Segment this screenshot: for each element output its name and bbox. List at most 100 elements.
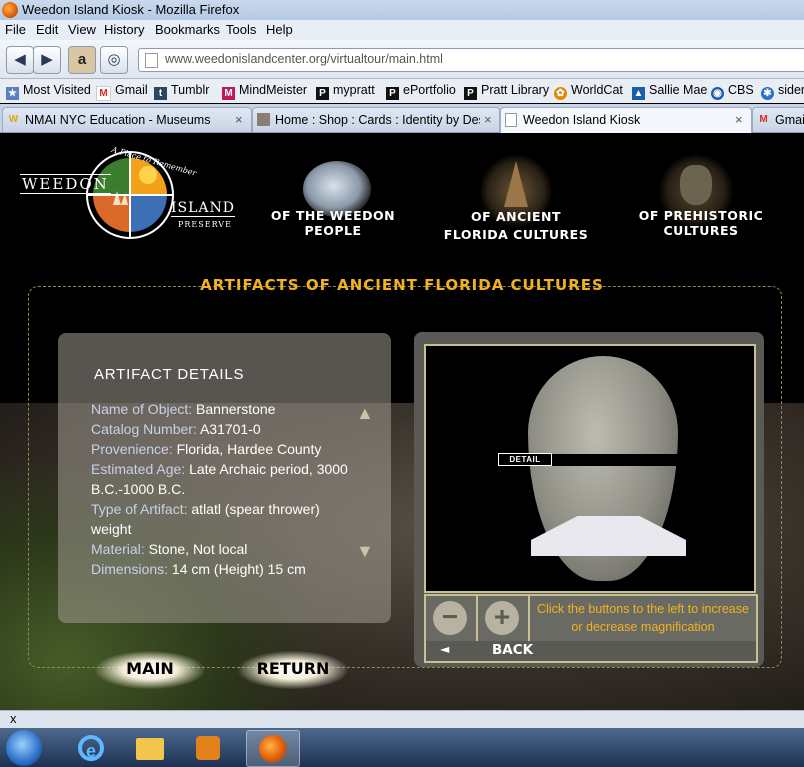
menu-edit[interactable]: Edit bbox=[36, 22, 58, 37]
nav-label: OF THE WEEDON PEOPLE bbox=[270, 208, 396, 238]
weedon-island-logo[interactable]: WEEDON ISLAND PRESERVE A Place to Rememb… bbox=[18, 145, 238, 245]
taskbar: e bbox=[0, 728, 804, 767]
detail-row: Dimensions: 14 cm (Height) 15 cm bbox=[91, 559, 361, 579]
menu-file[interactable]: File bbox=[5, 22, 26, 37]
menu-help[interactable]: Help bbox=[266, 22, 293, 37]
bookmark-mypratt[interactable]: Pmypratt bbox=[316, 83, 375, 100]
close-icon[interactable]: × bbox=[735, 112, 743, 127]
zoom-in-button[interactable]: + bbox=[478, 596, 530, 641]
tab-nmai[interactable]: W NMAI NYC Education - Museums × bbox=[2, 107, 252, 132]
nav-label: OF PREHISTORIC CULTURES bbox=[638, 208, 764, 238]
bookmark-sider[interactable]: ✱ sider bbox=[761, 83, 804, 100]
logo-text-weedon: WEEDON bbox=[20, 174, 111, 194]
back-button[interactable]: ◄ BACK bbox=[424, 641, 758, 663]
nmai-icon: W bbox=[8, 114, 19, 125]
bookmark-sallie-mae[interactable]: ▲ Sallie Mae bbox=[632, 83, 707, 100]
gmail-icon: M bbox=[96, 86, 111, 101]
bookmarks-toolbar: ★ Most Visited M Gmail t Tumblr M MindMeiste… bbox=[0, 79, 804, 103]
close-icon[interactable]: × bbox=[484, 112, 492, 127]
nav-weedon-people[interactable]: OF THE WEEDON PEOPLE bbox=[248, 155, 418, 255]
windows-start-icon[interactable] bbox=[6, 730, 42, 766]
star-icon: ★ bbox=[6, 87, 19, 100]
logo-text-island: ISLAND bbox=[171, 200, 236, 217]
artifact-details-text[interactable]: Name of Object: Bannerstone Catalog Numb… bbox=[91, 399, 361, 591]
extension-icon[interactable]: ◎ bbox=[100, 46, 128, 74]
page-icon bbox=[505, 113, 517, 127]
nav-ancient-florida[interactable]: OF ANCIENT FLORIDA CULTURES bbox=[440, 155, 592, 255]
nav-label: OF ANCIENT FLORIDA CULTURES bbox=[443, 209, 589, 242]
figurine-icon bbox=[680, 165, 712, 205]
mindmeister-icon: M bbox=[222, 87, 235, 100]
tab-label: Home : Shop : Cards : Identity by Desi..… bbox=[275, 113, 480, 127]
folder-icon bbox=[136, 738, 164, 760]
tab-label: NMAI NYC Education - Museums bbox=[25, 113, 211, 127]
sider-icon: ✱ bbox=[761, 87, 774, 100]
tab-gmail[interactable]: M Gmail bbox=[752, 107, 804, 132]
detail-row: Catalog Number: A31701-0 bbox=[91, 419, 361, 439]
bookmark-label: WorldCat bbox=[571, 83, 623, 97]
firefox-icon bbox=[2, 2, 18, 18]
detail-row: Provenience: Florida, Hardee County bbox=[91, 439, 361, 459]
tab-label: Weedon Island Kiosk bbox=[523, 113, 641, 127]
gmail-icon: M bbox=[759, 114, 768, 125]
detail-key: Material: bbox=[91, 541, 145, 557]
menu-history[interactable]: History bbox=[104, 22, 144, 37]
bookmark-label: Sallie Mae bbox=[649, 83, 708, 97]
window-title-bar: Weedon Island Kiosk - Mozilla Firefox bbox=[0, 0, 804, 20]
firefox-icon bbox=[259, 735, 287, 763]
bookmark-label: Pratt Library bbox=[481, 83, 550, 97]
tab-bar: W NMAI NYC Education - Museums × Home : … bbox=[0, 104, 804, 133]
detail-value: Bannerstone bbox=[196, 401, 276, 417]
close-icon[interactable]: x bbox=[10, 711, 17, 726]
internet-explorer-icon: e bbox=[78, 735, 104, 761]
tab-weedon-island-kiosk[interactable]: Weedon Island Kiosk × bbox=[500, 107, 752, 133]
artifact-details-title: ARTIFACT DETAILS bbox=[94, 366, 245, 383]
detail-tag[interactable]: DETAIL bbox=[498, 453, 552, 466]
scroll-down-arrowhead-icon[interactable]: ▼ bbox=[356, 541, 374, 562]
bookmark-eportfolio[interactable]: PePortfolio bbox=[386, 83, 456, 100]
window-title: Weedon Island Kiosk - Mozilla Firefox bbox=[22, 2, 240, 17]
bookmark-mindmeister[interactable]: M MindMeister bbox=[222, 83, 307, 100]
shop-icon bbox=[257, 113, 270, 126]
bookmark-label: ePortfolio bbox=[403, 83, 456, 97]
scroll-up-arrowhead-icon[interactable]: ▲ bbox=[356, 403, 374, 424]
page-icon bbox=[145, 53, 158, 68]
address-bar[interactable]: www.weedonislandcenter.org/virtualtour/m… bbox=[138, 48, 804, 72]
taskbar-explorer[interactable] bbox=[124, 730, 176, 765]
taskbar-firefox[interactable] bbox=[246, 730, 300, 767]
bookmark-gmail[interactable]: M Gmail bbox=[96, 83, 148, 101]
detail-value: 14 cm (Height) 15 cm bbox=[171, 561, 306, 577]
bookmark-cbs[interactable]: ◉ CBS bbox=[711, 83, 754, 100]
bookmark-label: MindMeister bbox=[239, 83, 308, 97]
bookmark-most-visited[interactable]: ★ Most Visited bbox=[6, 83, 91, 100]
back-arrow-icon: ◄ bbox=[440, 642, 450, 656]
taskbar-media-player[interactable] bbox=[182, 730, 234, 765]
logo-emblem-icon bbox=[86, 151, 174, 239]
main-button[interactable]: MAIN bbox=[95, 651, 205, 689]
bookmark-tumblr[interactable]: t Tumblr bbox=[154, 83, 209, 100]
detail-row: Name of Object: Bannerstone bbox=[91, 399, 361, 419]
detail-value: A31701-0 bbox=[199, 421, 261, 437]
amazon-icon[interactable]: a bbox=[68, 46, 96, 74]
tab-shop[interactable]: Home : Shop : Cards : Identity by Desi..… bbox=[252, 107, 500, 132]
taskbar-internet-explorer[interactable]: e bbox=[66, 730, 118, 765]
bookmark-worldcat[interactable]: ✿ WorldCat bbox=[554, 83, 623, 100]
close-icon[interactable]: × bbox=[235, 112, 243, 127]
back-arrow-icon[interactable]: ◀ bbox=[6, 46, 34, 74]
return-button[interactable]: RETURN bbox=[238, 651, 348, 689]
bookmark-label: mypratt bbox=[333, 83, 375, 97]
pratt-icon: P bbox=[464, 87, 477, 100]
page-content: WEEDON ISLAND PRESERVE A Place to Rememb… bbox=[0, 133, 804, 710]
menu-view[interactable]: View bbox=[68, 22, 96, 37]
artifact-viewer: DETAIL − + Click the buttons to the left… bbox=[414, 332, 764, 667]
bookmark-pratt-library[interactable]: P Pratt Library bbox=[464, 83, 549, 100]
plus-icon: + bbox=[485, 601, 519, 635]
menu-bookmarks[interactable]: Bookmarks bbox=[155, 22, 220, 37]
zoom-out-button[interactable]: − bbox=[426, 596, 478, 641]
forward-arrow-icon[interactable]: ▶ bbox=[33, 46, 61, 74]
menu-tools[interactable]: Tools bbox=[226, 22, 256, 37]
magnification-controls: − + Click the buttons to the left to inc… bbox=[424, 594, 758, 643]
detail-row: Material: Stone, Not local bbox=[91, 539, 361, 559]
artifact-image-view[interactable]: DETAIL bbox=[424, 344, 756, 593]
nav-prehistoric[interactable]: OF PREHISTORIC CULTURES bbox=[608, 155, 794, 255]
